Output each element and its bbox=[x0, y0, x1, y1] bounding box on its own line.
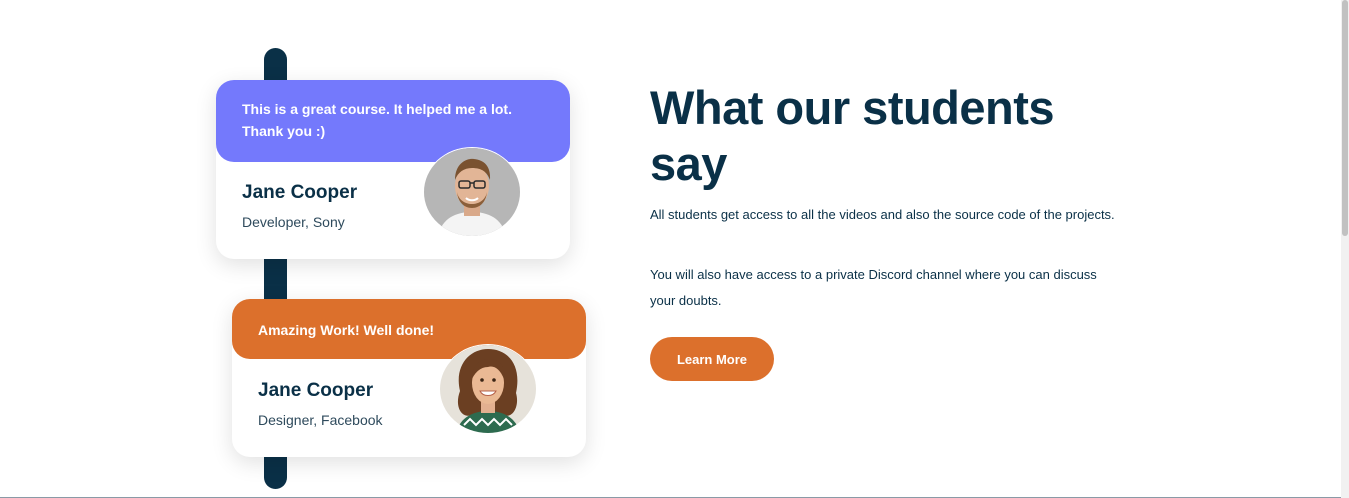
testimonial-role: Designer, Facebook bbox=[258, 412, 383, 428]
section-paragraph: You will also have access to a private D… bbox=[650, 267, 1097, 308]
testimonial-quote: This is a great course. It helped me a l… bbox=[216, 80, 570, 162]
section-paragraph: All students get access to all the video… bbox=[650, 207, 1115, 222]
testimonial-quote: Amazing Work! Well done! bbox=[232, 299, 586, 359]
testimonial-name: Jane Cooper bbox=[258, 380, 374, 401]
section-heading: What our students say bbox=[650, 81, 1055, 190]
scrollbar-track[interactable] bbox=[1341, 0, 1349, 498]
testimonials-section: This is a great course. It helped me a l… bbox=[0, 0, 1349, 498]
testimonial-card: This is a great course. It helped me a l… bbox=[216, 80, 570, 259]
testimonial-name: Jane Cooper bbox=[242, 182, 358, 203]
man-avatar bbox=[423, 147, 521, 237]
woman-avatar bbox=[439, 344, 537, 434]
testimonial-role: Developer, Sony bbox=[242, 214, 345, 230]
scrollbar-thumb[interactable] bbox=[1342, 0, 1348, 236]
testimonial-card: Amazing Work! Well done! Jane Cooper Des… bbox=[232, 299, 586, 457]
learn-more-button[interactable]: Learn More bbox=[650, 337, 774, 381]
